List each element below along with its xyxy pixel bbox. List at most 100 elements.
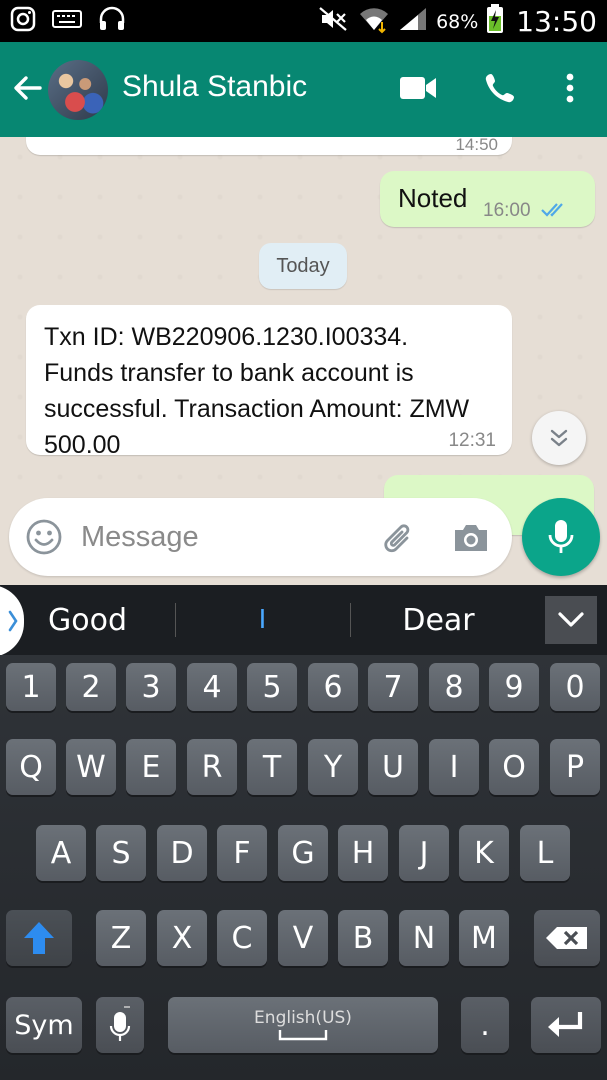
- message-composer: [9, 498, 512, 576]
- key-s[interactable]: S: [96, 825, 146, 881]
- key-v[interactable]: V: [278, 910, 328, 966]
- chevron-down-icon: [558, 612, 584, 627]
- key-t[interactable]: T: [247, 739, 297, 795]
- message-input[interactable]: [81, 516, 361, 558]
- key-d[interactable]: D: [157, 825, 207, 881]
- key-e[interactable]: E: [126, 739, 176, 795]
- paperclip-icon: [384, 524, 410, 553]
- key-h[interactable]: H: [338, 825, 388, 881]
- shift-key[interactable]: [6, 910, 72, 966]
- key-y[interactable]: Y: [308, 739, 358, 795]
- voice-input-key[interactable]: [96, 997, 144, 1053]
- suggestion-bar: Good I Dear: [0, 585, 607, 655]
- backspace-key[interactable]: [534, 910, 600, 966]
- instagram-icon: [10, 6, 36, 37]
- chevron-right-icon: [8, 610, 18, 632]
- video-call-button[interactable]: [398, 68, 438, 108]
- camera-icon: [455, 525, 487, 551]
- keyboard-icon: [52, 8, 82, 35]
- key-g[interactable]: G: [278, 825, 328, 881]
- key-4[interactable]: 4: [187, 663, 237, 711]
- key-j[interactable]: J: [399, 825, 449, 881]
- key-k[interactable]: K: [459, 825, 509, 881]
- smiley-icon: [26, 519, 62, 555]
- message-bubble-incoming[interactable]: 14:50: [26, 137, 512, 155]
- attach-button[interactable]: [379, 518, 419, 558]
- key-l[interactable]: L: [520, 825, 570, 881]
- more-options-button[interactable]: [550, 68, 590, 108]
- key-7[interactable]: 7: [368, 663, 418, 711]
- microphone-icon: [548, 520, 574, 553]
- shift-arrow-icon: [24, 922, 54, 954]
- key-r[interactable]: R: [187, 739, 237, 795]
- space-bar[interactable]: English(US): [168, 997, 438, 1053]
- key-u[interactable]: U: [368, 739, 418, 795]
- key-p[interactable]: P: [550, 739, 600, 795]
- emoji-button[interactable]: [25, 518, 63, 556]
- message-time: 16:00: [483, 200, 531, 221]
- message-bubble-incoming[interactable]: Txn ID: WB220906.1230.I00334. Funds tran…: [26, 305, 512, 459]
- suggestion-middle[interactable]: I: [176, 585, 349, 655]
- symbols-key[interactable]: Sym: [6, 997, 82, 1053]
- read-ticks-icon: [541, 203, 563, 217]
- headphones-icon: [98, 6, 126, 37]
- microphone-icon: [109, 1006, 131, 1041]
- key-9[interactable]: 9: [489, 663, 539, 711]
- message-text: Txn ID: WB220906.1230.I00334. Funds tran…: [44, 323, 470, 459]
- key-n[interactable]: N: [399, 910, 449, 966]
- key-6[interactable]: 6: [308, 663, 358, 711]
- key-q[interactable]: Q: [6, 739, 56, 795]
- period-key[interactable]: .: [461, 997, 509, 1053]
- battery-percent: 68%: [436, 10, 479, 33]
- space-language-label: English(US): [254, 1008, 352, 1028]
- key-m[interactable]: M: [459, 910, 509, 966]
- camera-button[interactable]: [451, 518, 491, 558]
- enter-key[interactable]: [531, 997, 601, 1053]
- contact-avatar[interactable]: [48, 60, 108, 120]
- message-time: 12:31: [448, 430, 496, 451]
- arrow-left-icon: [14, 76, 42, 100]
- battery-charging-icon: [486, 4, 504, 39]
- key-w[interactable]: W: [66, 739, 116, 795]
- key-x[interactable]: X: [157, 910, 207, 966]
- key-3[interactable]: 3: [126, 663, 176, 711]
- backspace-icon: [546, 927, 587, 949]
- key-i[interactable]: I: [429, 739, 479, 795]
- message-time: 14:50: [455, 137, 498, 151]
- suggestion-left[interactable]: Good: [20, 585, 155, 655]
- voice-message-button[interactable]: [522, 498, 600, 576]
- key-8[interactable]: 8: [429, 663, 479, 711]
- key-o[interactable]: O: [489, 739, 539, 795]
- key-0[interactable]: 0: [550, 663, 600, 711]
- back-button[interactable]: [10, 70, 46, 106]
- enter-icon: [548, 1012, 583, 1037]
- scroll-to-bottom-button[interactable]: [532, 411, 586, 465]
- message-text: Noted: [398, 183, 468, 213]
- expand-suggestions-button[interactable]: [545, 596, 597, 644]
- more-vertical-icon: [566, 73, 574, 103]
- double-chevron-down-icon: [550, 429, 568, 447]
- date-divider: Today: [259, 243, 347, 289]
- keyboard: 1 2 3 4 5 6 7 8 9 0 Q W E R T Y U I O P …: [0, 655, 607, 1080]
- signal-icon: [398, 6, 428, 37]
- contact-name[interactable]: Shula Stanbic: [122, 70, 307, 104]
- suggestion-right[interactable]: Dear: [351, 585, 526, 655]
- phone-icon: [485, 74, 514, 103]
- voice-call-button[interactable]: [480, 68, 520, 108]
- key-c[interactable]: C: [217, 910, 267, 966]
- space-icon: [278, 1030, 328, 1041]
- key-5[interactable]: 5: [247, 663, 297, 711]
- clock: 13:50: [516, 5, 597, 38]
- key-2[interactable]: 2: [66, 663, 116, 711]
- key-a[interactable]: A: [36, 825, 86, 881]
- status-bar: 68% 13:50: [0, 0, 607, 42]
- key-1[interactable]: 1: [6, 663, 56, 711]
- mute-icon: [318, 6, 350, 37]
- chat-header: Shula Stanbic: [0, 42, 607, 137]
- key-z[interactable]: Z: [96, 910, 146, 966]
- wifi-icon: [358, 4, 390, 39]
- video-camera-icon: [400, 77, 436, 99]
- key-f[interactable]: F: [217, 825, 267, 881]
- message-bubble-outgoing[interactable]: Noted 16:00: [380, 171, 595, 227]
- key-b[interactable]: B: [338, 910, 388, 966]
